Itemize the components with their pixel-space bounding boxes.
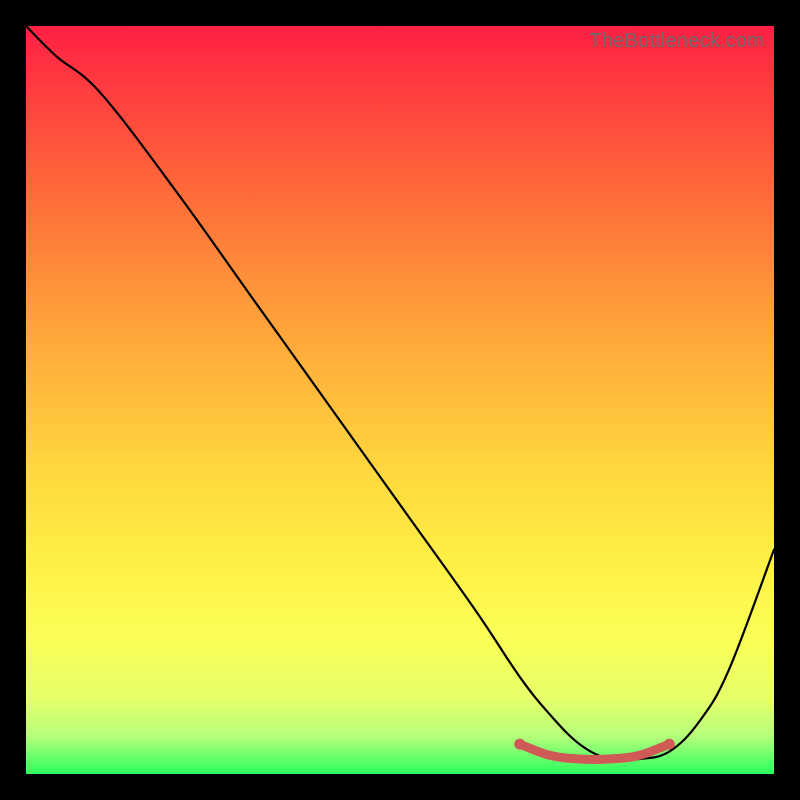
optimal-zone-endpoint xyxy=(514,739,525,750)
optimal-zone-marker xyxy=(546,752,552,758)
chart-svg xyxy=(26,26,774,774)
optimal-zone-marker xyxy=(606,756,612,762)
optimal-zone-curve xyxy=(520,744,670,759)
optimal-zone-marker xyxy=(576,756,582,762)
optimal-zone-endpoint xyxy=(664,739,675,750)
optimal-zone-marker xyxy=(636,752,642,758)
gradient-plot-area: TheBottleneck.com xyxy=(26,26,774,774)
bottleneck-curve xyxy=(26,26,774,761)
